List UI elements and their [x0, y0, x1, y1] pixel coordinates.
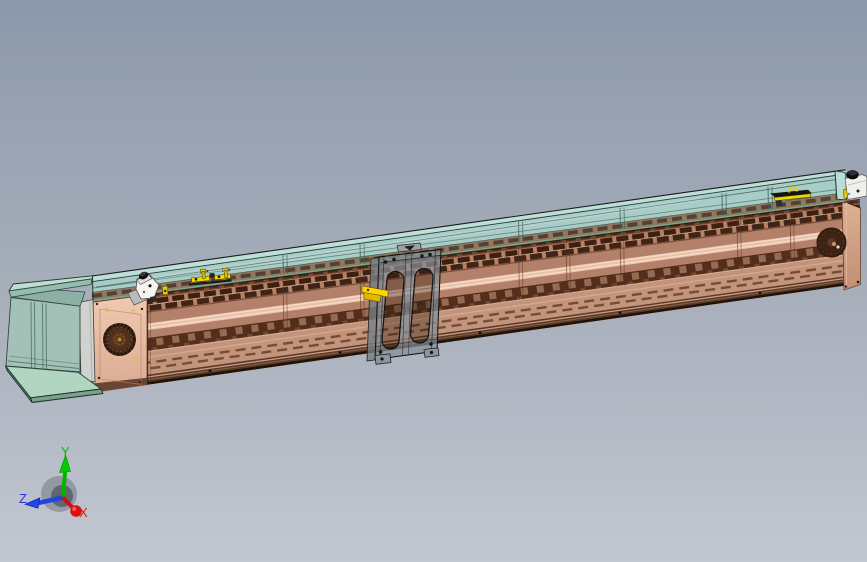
svg-text:Y: Y: [61, 444, 70, 459]
svg-text:Z: Z: [19, 491, 27, 506]
svg-text:X: X: [79, 505, 88, 520]
